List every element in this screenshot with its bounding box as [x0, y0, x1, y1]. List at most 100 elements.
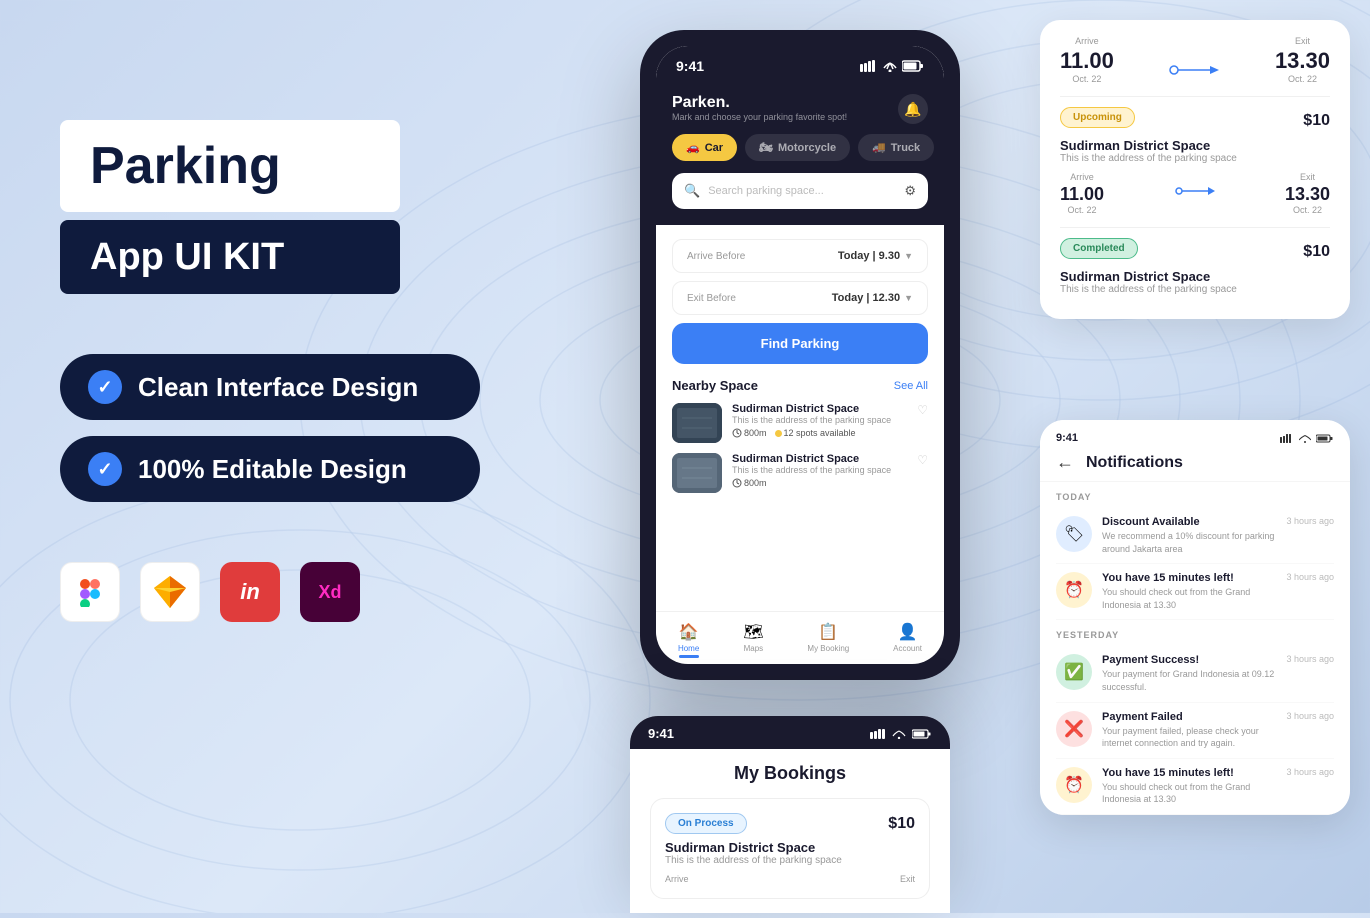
upcoming-ae-arrow: [1175, 184, 1215, 203]
check-icon-2: [88, 452, 122, 486]
discount-time: 3 hours ago: [1286, 516, 1334, 526]
upcoming-arrive-col: Arrive 11.00 Oct. 22: [1060, 172, 1104, 215]
notification-bell-button[interactable]: 🔔: [898, 94, 928, 124]
account-icon: 👤: [898, 622, 918, 642]
subtitle: App UI KIT: [90, 238, 370, 276]
vehicle-tab-car[interactable]: 🚗 Car: [672, 134, 737, 161]
subtitle-box: App UI KIT: [60, 220, 400, 294]
completed-booking: Completed $10 Sudirman District Space Th…: [1060, 238, 1330, 295]
completed-badge: Completed: [1060, 238, 1138, 259]
upcoming-ae-row: Arrive 11.00 Oct. 22 Exit 13.30 Oct. 22: [1060, 172, 1330, 215]
back-arrow-button[interactable]: ←: [1056, 452, 1074, 473]
parking-addr-1: This is the address of the parking space: [732, 415, 907, 425]
notif-discount-text: Discount Available We recommend a 10% di…: [1102, 516, 1276, 555]
parking-thumb-1: [672, 403, 722, 443]
parking-item-1[interactable]: Sudirman District Space This is the addr…: [672, 403, 928, 443]
app-title: Parken.: [672, 94, 847, 112]
notif-item-15min-yesterday: ⏰ You have 15 minutes left! You should c…: [1056, 759, 1334, 815]
parking-meta-2: 800m: [732, 478, 907, 488]
upcoming-arrive-time: 11.00: [1060, 184, 1104, 205]
truck-icon: 🚚: [872, 141, 886, 154]
search-bar[interactable]: 🔍 Search parking space... ⚙: [672, 173, 928, 209]
exit-before-row[interactable]: Exit Before Today | 12.30 ▼: [672, 281, 928, 315]
search-left: 🔍 Search parking space...: [684, 183, 824, 199]
card-divider-2: [1060, 227, 1330, 228]
booking-icon: 📋: [818, 622, 838, 642]
arrive-date-top: Oct. 22: [1060, 74, 1114, 84]
payment-failed-time: 3 hours ago: [1286, 711, 1334, 721]
parking-info-1: Sudirman District Space This is the addr…: [732, 403, 907, 438]
title-box: Parking: [60, 120, 400, 212]
completed-place-addr: This is the address of the parking space: [1060, 284, 1330, 295]
nav-account[interactable]: 👤 Account: [893, 622, 922, 658]
favorite-icon-1[interactable]: ♡: [917, 403, 928, 417]
favorite-icon-2[interactable]: ♡: [917, 453, 928, 467]
parking-name-2: Sudirman District Space: [732, 453, 907, 465]
booking-exit-col: Exit: [900, 874, 915, 884]
discount-title: Discount Available: [1102, 516, 1276, 528]
arrive-time-top: 11.00: [1060, 48, 1114, 74]
arrive-before-label: Arrive Before: [687, 251, 745, 262]
card-divider-1: [1060, 96, 1330, 97]
completed-place-name: Sudirman District Space: [1060, 269, 1330, 284]
notifications-phone: 9:41 ← Notifications TODAY 🏷 Discount Av…: [1040, 420, 1350, 815]
left-panel: Parking App UI KIT Clean Interface Desig…: [60, 120, 540, 622]
status-bar: 9:41: [656, 46, 944, 82]
notif-time: 9:41: [1056, 432, 1078, 444]
booking-phone-time: 9:41: [648, 726, 674, 741]
exit-label-top: Exit: [1275, 36, 1330, 46]
see-all-link[interactable]: See All: [894, 380, 928, 392]
notif-15min-yesterday-text: You have 15 minutes left! You should che…: [1102, 767, 1276, 806]
booking-item-header: On Process $10: [665, 813, 915, 834]
nearby-title: Nearby Space: [672, 378, 758, 393]
arrive-before-row[interactable]: Arrive Before Today | 9.30 ▼: [672, 239, 928, 273]
notif-15min-text: You have 15 minutes left! You should che…: [1102, 572, 1276, 611]
exit-date-top: Oct. 22: [1275, 74, 1330, 84]
payment-failed-title: Payment Failed: [1102, 711, 1276, 723]
exit-before-value: Today | 12.30 ▼: [832, 292, 913, 304]
notif-payment-success-text: Payment Success! Your payment for Grand …: [1102, 654, 1276, 693]
motorcycle-icon: 🏍: [759, 141, 773, 154]
parking-item-2[interactable]: Sudirman District Space This is the addr…: [672, 453, 928, 493]
notif-section-yesterday: YESTERDAY ✅ Payment Success! Your paymen…: [1040, 620, 1350, 815]
booking-phone-status-icons: [870, 729, 932, 739]
15min-yesterday-body: You should check out from the Grand Indo…: [1102, 781, 1276, 806]
notif-section-today: TODAY 🏷 Discount Available We recommend …: [1040, 482, 1350, 620]
nav-home-label: Home: [678, 644, 699, 653]
status-icons: [860, 60, 924, 72]
xd-icon: Xd: [300, 562, 360, 622]
search-placeholder: Search parking space...: [708, 185, 824, 197]
vehicle-tab-truck[interactable]: 🚚 Truck: [858, 134, 934, 161]
nav-booking[interactable]: 📋 My Booking: [807, 622, 849, 658]
booking-phone-header: 9:41: [630, 716, 950, 749]
completed-header: Completed $10: [1060, 238, 1330, 265]
find-parking-button[interactable]: Find Parking: [672, 323, 928, 364]
app-header: Parken. Mark and choose your parking fav…: [672, 94, 928, 124]
timer-icon-2: ⏰: [1056, 767, 1092, 803]
upcoming-exit-date: Oct. 22: [1285, 205, 1330, 215]
notif-item-payment-success: ✅ Payment Success! Your payment for Gran…: [1056, 646, 1334, 702]
booking-item-ae: Arrive Exit: [665, 874, 915, 884]
status-time: 9:41: [676, 58, 704, 74]
payment-success-time: 3 hours ago: [1286, 654, 1334, 664]
feature-badge-1: Clean Interface Design: [60, 354, 480, 420]
upcoming-booking: Upcoming $10 Sudirman District Space Thi…: [1060, 107, 1330, 215]
ae-middle-top: [1157, 42, 1231, 78]
vehicle-tab-motorcycle[interactable]: 🏍 Motorcycle: [745, 134, 850, 161]
parking-thumb-2: [672, 453, 722, 493]
invision-icon: in: [220, 562, 280, 622]
15min-yesterday-time: 3 hours ago: [1286, 767, 1334, 777]
nav-home[interactable]: 🏠 Home: [678, 622, 699, 658]
car-icon: 🚗: [686, 141, 700, 154]
nav-maps[interactable]: 🗺 Maps: [743, 622, 763, 658]
nav-active-indicator: [679, 655, 699, 658]
bottom-nav: 🏠 Home 🗺 Maps 📋 My Booking 👤 Account: [656, 611, 944, 664]
parking-addr-2: This is the address of the parking space: [732, 465, 907, 475]
upcoming-arrive-date: Oct. 22: [1060, 205, 1104, 215]
app-branding: Parken. Mark and choose your parking fav…: [672, 94, 847, 122]
filter-icon[interactable]: ⚙: [904, 183, 916, 199]
feature-badges: Clean Interface Design 100% Editable Des…: [60, 354, 540, 502]
booking-phone: 9:41 My Bookings On Process $10 Sudirman…: [630, 716, 950, 913]
completed-price: $10: [1303, 243, 1330, 261]
payment-success-body: Your payment for Grand Indonesia at 09.1…: [1102, 668, 1276, 693]
